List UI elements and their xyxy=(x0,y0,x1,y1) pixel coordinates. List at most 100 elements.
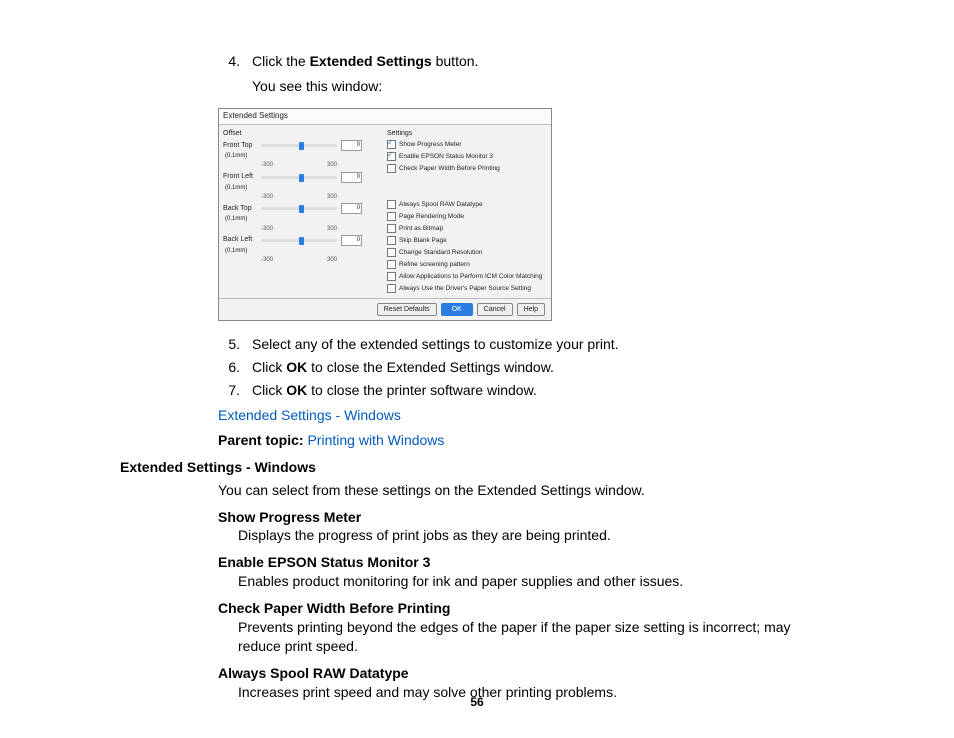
slider-unit: (0.1mm) xyxy=(225,216,247,222)
dialog-buttons: Reset Defaults OK Cancel Help xyxy=(219,298,551,320)
checkbox-icon xyxy=(387,212,396,221)
checkbox-icon xyxy=(387,272,396,281)
chk-label: Always Use the Driver's Paper Source Set… xyxy=(399,285,531,292)
slider-unit: (0.1mm) xyxy=(225,153,247,159)
slider-track[interactable] xyxy=(261,176,337,179)
section-heading: Extended Settings - Windows xyxy=(120,458,834,477)
page-number: 56 xyxy=(0,694,954,710)
slider-front-left: Front Left 0 (0.1mm) xyxy=(223,172,383,192)
chk-show-progress[interactable]: Show Progress Meter xyxy=(387,140,547,150)
def-term: Show Progress Meter xyxy=(218,508,834,527)
def-term: Enable EPSON Status Monitor 3 xyxy=(218,553,834,572)
chk-page-rendering[interactable]: Page Rendering Mode xyxy=(387,212,547,222)
chk-refine-screen[interactable]: Refine screening pattern xyxy=(387,260,547,270)
chk-paper-width[interactable]: Check Paper Width Before Printing xyxy=(387,164,547,174)
link-parent-topic[interactable]: Printing with Windows xyxy=(307,432,444,448)
checkbox-icon xyxy=(387,140,396,149)
checkbox-icon xyxy=(387,200,396,209)
chk-label: Allow Applications to Perform ICM Color … xyxy=(399,273,542,280)
def-desc: Prevents printing beyond the edges of th… xyxy=(238,618,834,656)
step-body: Click the Extended Settings button. You … xyxy=(252,52,834,102)
text: Click the xyxy=(252,53,310,69)
step-number: 5. xyxy=(218,335,240,354)
sub-text: You see this window: xyxy=(252,77,834,96)
chk-label: Always Spool RAW Datatype xyxy=(399,201,483,208)
bold-text: OK xyxy=(286,359,307,375)
step-6: 6. Click OK to close the Extended Settin… xyxy=(218,358,834,377)
max: 300 xyxy=(327,256,337,264)
settings-label: Settings xyxy=(387,129,547,138)
step-number: 7. xyxy=(218,381,240,400)
slider-label: Back Top xyxy=(223,204,259,213)
settings-panel: Settings Show Progress Meter Enable EPSO… xyxy=(387,129,547,296)
step-number: 6. xyxy=(218,358,240,377)
step-body: Click OK to close the printer software w… xyxy=(252,381,834,400)
parent-topic-label: Parent topic: xyxy=(218,432,307,448)
slider-track[interactable] xyxy=(261,207,337,210)
chk-status-monitor[interactable]: Enable EPSON Status Monitor 3 xyxy=(387,152,547,162)
def-term: Always Spool RAW Datatype xyxy=(218,664,834,683)
slider-range: -300300 xyxy=(261,193,337,201)
slider-thumb[interactable] xyxy=(299,174,304,182)
slider-label: Front Top xyxy=(223,141,259,150)
checkbox-icon xyxy=(387,152,396,161)
chk-label: Show Progress Meter xyxy=(399,141,462,148)
slider-value[interactable]: 0 xyxy=(341,203,362,214)
checkbox-icon xyxy=(387,224,396,233)
def-status-monitor: Enable EPSON Status Monitor 3 Enables pr… xyxy=(218,553,834,591)
ok-button[interactable]: OK xyxy=(441,303,473,316)
text: Click xyxy=(252,359,286,375)
chk-label: Skip Blank Page xyxy=(399,237,447,244)
step-7: 7. Click OK to close the printer softwar… xyxy=(218,381,834,400)
slider-back-top: Back Top 0 (0.1mm) xyxy=(223,203,383,223)
def-desc: Enables product monitoring for ink and p… xyxy=(238,572,834,591)
chk-paper-source[interactable]: Always Use the Driver's Paper Source Set… xyxy=(387,284,547,294)
checkbox-icon xyxy=(387,260,396,269)
def-term: Check Paper Width Before Printing xyxy=(218,599,834,618)
text: Click xyxy=(252,382,286,398)
slider-label: Front Left xyxy=(223,172,259,181)
steps-list-b: 5. Select any of the extended settings t… xyxy=(218,335,834,400)
text: to close the Extended Settings window. xyxy=(307,359,554,375)
slider-value[interactable]: 0 xyxy=(341,172,362,183)
chk-label: Page Rendering Mode xyxy=(399,213,464,220)
slider-thumb[interactable] xyxy=(299,205,304,213)
slider-value[interactable]: 0 xyxy=(341,140,362,151)
checkbox-icon xyxy=(387,164,396,173)
slider-thumb[interactable] xyxy=(299,142,304,150)
chk-skip-blank[interactable]: Skip Blank Page xyxy=(387,236,547,246)
text: button. xyxy=(432,53,479,69)
bold-text: OK xyxy=(286,382,307,398)
chk-label: Print as Bitmap xyxy=(399,225,443,232)
slider-value[interactable]: 0 xyxy=(341,235,362,246)
slider-front-top: Front Top 0 (0.1mm) xyxy=(223,140,383,160)
max: 300 xyxy=(327,225,337,233)
slider-track[interactable] xyxy=(261,144,337,147)
slider-track[interactable] xyxy=(261,239,337,242)
chk-resolution[interactable]: Change Standard Resolution xyxy=(387,248,547,258)
step-4: 4. Click the Extended Settings button. Y… xyxy=(218,52,834,102)
min: -300 xyxy=(261,256,273,264)
link-extended-settings[interactable]: Extended Settings - Windows xyxy=(218,407,401,423)
checkbox-icon xyxy=(387,236,396,245)
help-button[interactable]: Help xyxy=(517,303,545,316)
def-paper-width: Check Paper Width Before Printing Preven… xyxy=(218,599,834,656)
chk-bitmap[interactable]: Print as Bitmap xyxy=(387,224,547,234)
slider-back-left: Back Left 0 (0.1mm) xyxy=(223,235,383,255)
def-progress-meter: Show Progress Meter Displays the progres… xyxy=(218,508,834,546)
slider-thumb[interactable] xyxy=(299,237,304,245)
min: -300 xyxy=(261,193,273,201)
offset-label: Offset xyxy=(223,129,383,138)
slider-unit: (0.1mm) xyxy=(225,185,247,191)
text: to close the printer software window. xyxy=(307,382,537,398)
chk-raw[interactable]: Always Spool RAW Datatype xyxy=(387,200,547,210)
reset-defaults-button[interactable]: Reset Defaults xyxy=(377,303,437,316)
chk-icm[interactable]: Allow Applications to Perform ICM Color … xyxy=(387,272,547,282)
bold-text: Extended Settings xyxy=(310,53,432,69)
min: -300 xyxy=(261,161,273,169)
checkbox-icon xyxy=(387,284,396,293)
chk-label: Check Paper Width Before Printing xyxy=(399,165,500,172)
dialog-title: Extended Settings xyxy=(219,109,551,125)
steps-list-a: 4. Click the Extended Settings button. Y… xyxy=(218,52,834,102)
cancel-button[interactable]: Cancel xyxy=(477,303,513,316)
